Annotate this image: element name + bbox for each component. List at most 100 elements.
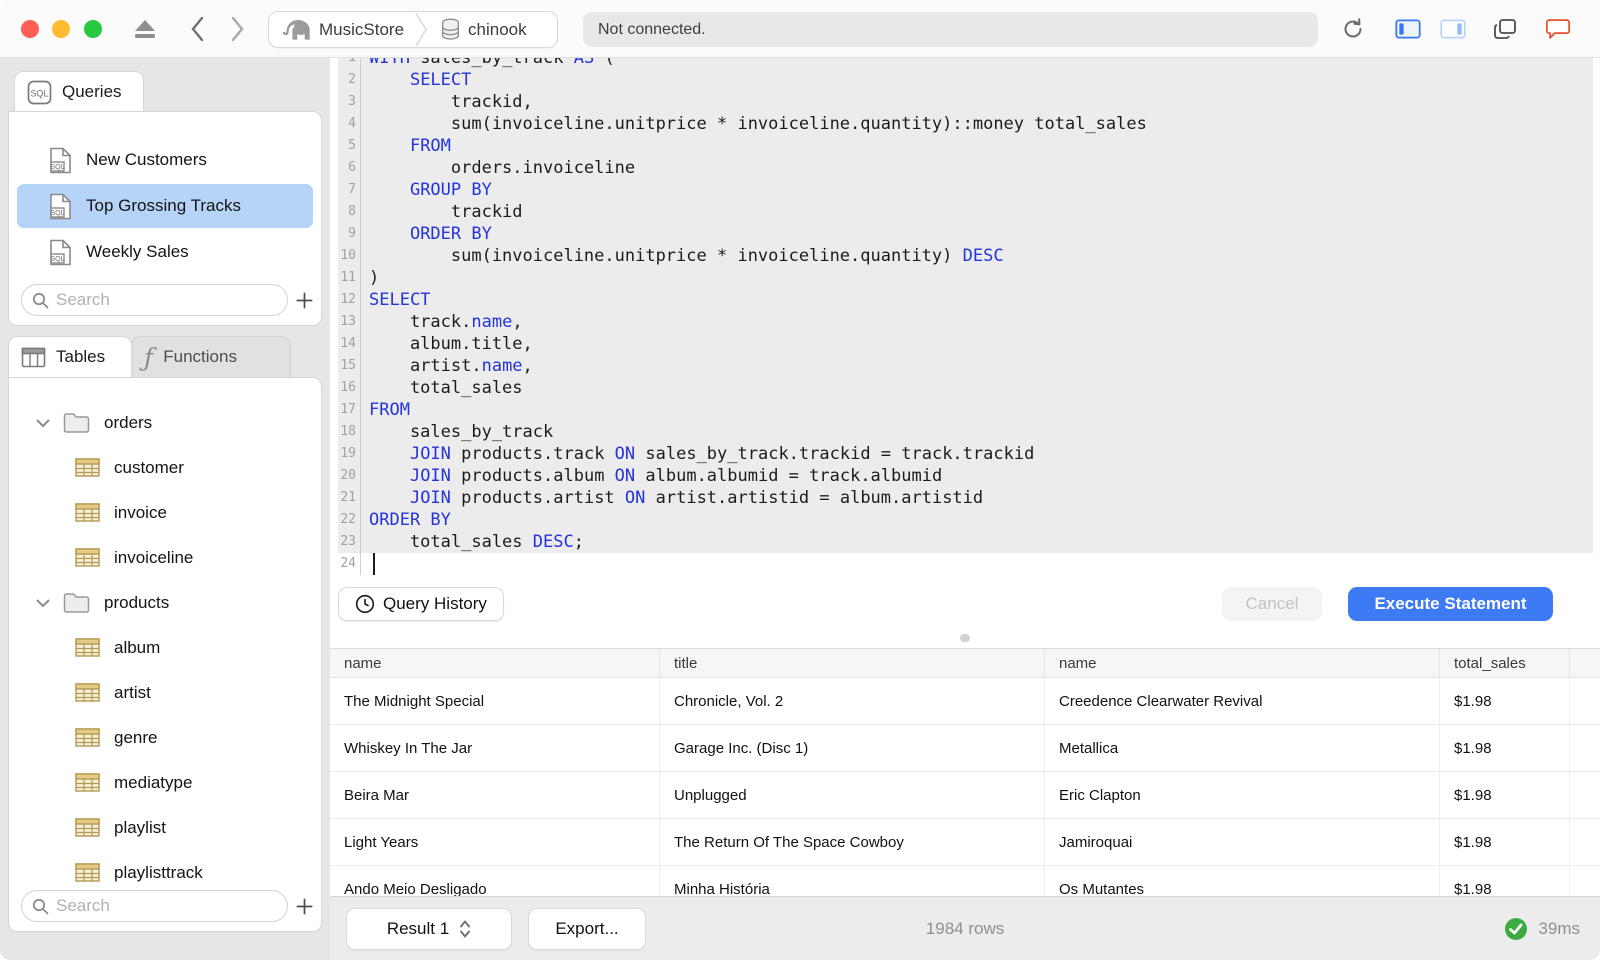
table-cell[interactable]: $1.98 (1440, 772, 1570, 818)
code-line[interactable]: 15 artist.name, (338, 355, 1593, 377)
tree-table-row[interactable]: genre (9, 715, 321, 760)
code-line[interactable]: 1 WITH sales_by_track AS ( (338, 58, 1593, 69)
tree-folder-row[interactable]: products (9, 580, 321, 625)
table-cell[interactable]: Metallica (1045, 725, 1440, 771)
add-table-button[interactable] (296, 897, 313, 916)
column-header-label: title (674, 654, 698, 672)
code-line[interactable]: 2 SELECT (338, 69, 1593, 91)
feedback-button[interactable] (1545, 16, 1571, 42)
table-cell[interactable]: Ando Meio Desligado (330, 866, 660, 896)
tree-table-label: playlisttrack (114, 862, 203, 882)
code-line[interactable]: 3 trackid, (338, 91, 1593, 113)
code-line[interactable]: 20 JOIN products.album ON album.albumid … (338, 465, 1593, 487)
table-row[interactable]: Ando Meio Desligado Minha História Os Muta… (330, 866, 1600, 896)
execute-statement-button[interactable]: Execute Statement (1348, 587, 1553, 621)
code-line[interactable]: 24 (338, 553, 1593, 575)
add-query-button[interactable] (296, 291, 313, 310)
table-cell[interactable]: Whiskey In The Jar (330, 725, 660, 771)
queries-search-input[interactable] (56, 290, 277, 310)
table-cell[interactable]: Beira Mar (330, 772, 660, 818)
tree-table-row[interactable]: album (9, 625, 321, 670)
tree-table-row[interactable]: customer (9, 445, 321, 490)
tree-table-row[interactable]: mediatype (9, 760, 321, 805)
column-header[interactable]: title (660, 649, 1045, 677)
tables-search-input[interactable] (56, 896, 277, 916)
table-cell[interactable]: Minha História (660, 866, 1045, 896)
code-line[interactable]: 9 ORDER BY (338, 223, 1593, 245)
zoom-button[interactable] (84, 20, 102, 38)
table-cell[interactable]: The Return Of The Space Cowboy (660, 819, 1045, 865)
code-line[interactable]: 11) (338, 267, 1593, 289)
table-cell[interactable]: Creedence Clearwater Revival (1045, 678, 1440, 724)
tree-table-row[interactable]: artist (9, 670, 321, 715)
drag-handle-icon[interactable] (960, 634, 970, 642)
result-selector[interactable]: Result 1 (346, 907, 512, 950)
export-button[interactable]: Export... (528, 907, 646, 950)
table-row[interactable]: Whiskey In The Jar Garage Inc. (Disc 1) Me… (330, 725, 1600, 772)
results-divider[interactable] (330, 628, 1600, 648)
code-line[interactable]: 4 sum(invoiceline.unitprice * invoicelin… (338, 113, 1593, 135)
code-line[interactable]: 18 sales_by_track (338, 421, 1593, 443)
code-line[interactable]: 21 JOIN products.artist ON artist.artist… (338, 487, 1593, 509)
refresh-icon (1344, 18, 1362, 38)
code-line[interactable]: 12 SELECT (338, 289, 1593, 311)
windows-button[interactable] (1492, 16, 1518, 42)
tree-table-row[interactable]: invoiceline (9, 535, 321, 580)
table-cell[interactable]: Eric Clapton (1045, 772, 1440, 818)
table-cell[interactable]: Chronicle, Vol. 2 (660, 678, 1045, 724)
code-line[interactable]: 19 JOIN products.track ON sales_by_track… (338, 443, 1593, 465)
queries-search-field[interactable] (21, 284, 288, 316)
table-cell[interactable]: Jamiroquai (1045, 819, 1440, 865)
table-row[interactable]: Beira Mar Unplugged Eric Clapton $1.98 (330, 772, 1600, 819)
close-button[interactable] (21, 20, 39, 38)
table-cell[interactable]: $1.98 (1440, 866, 1570, 896)
code-line[interactable]: 5 FROM (338, 135, 1593, 157)
query-history-button[interactable]: Query History (338, 587, 504, 621)
tab-functions[interactable]: ƒ Functions (131, 336, 291, 377)
tab-tables[interactable]: Tables (8, 336, 132, 377)
code-line[interactable]: 10 sum(invoiceline.unitprice * invoiceli… (338, 245, 1593, 267)
reload-button[interactable] (1340, 16, 1366, 42)
tree-folder-row[interactable]: orders (9, 400, 321, 445)
column-header[interactable]: name (1045, 649, 1440, 677)
disconnect-button[interactable] (132, 16, 158, 42)
table-cell[interactable]: $1.98 (1440, 725, 1570, 771)
code-line[interactable]: 17 FROM (338, 399, 1593, 421)
code-line[interactable]: 13 track.name, (338, 311, 1593, 333)
code-line[interactable]: 8 trackid (338, 201, 1593, 223)
table-cell[interactable]: Unplugged (660, 772, 1045, 818)
query-item[interactable]: SQL Top Grossing Tracks (17, 184, 313, 228)
table-cell[interactable]: $1.98 (1440, 819, 1570, 865)
sql-editor[interactable]: 1WITH sales_by_track AS (2 SELECT3 track… (330, 58, 1600, 580)
table-cell[interactable]: Os Mutantes (1045, 866, 1440, 896)
code-line[interactable]: 6 orders.invoiceline (338, 157, 1593, 179)
minimize-button[interactable] (52, 20, 70, 38)
toggle-left-sidebar-button[interactable] (1395, 16, 1421, 42)
table-row[interactable]: Light Years The Return Of The Space Cowbo… (330, 819, 1600, 866)
tree-table-row[interactable]: playlist (9, 805, 321, 850)
code-line[interactable]: 16 total_sales (338, 377, 1593, 399)
code-line[interactable]: 22 ORDER BY (338, 509, 1593, 531)
tree-table-row[interactable]: invoice (9, 490, 321, 535)
column-header[interactable]: name (330, 649, 660, 677)
forward-button[interactable] (224, 16, 250, 42)
tab-queries[interactable]: SQL Queries (14, 71, 144, 112)
tables-search-field[interactable] (21, 890, 288, 922)
query-item[interactable]: SQL Weekly Sales (17, 230, 313, 274)
cancel-button[interactable]: Cancel (1222, 587, 1322, 621)
table-cell[interactable]: $1.98 (1440, 678, 1570, 724)
table-cell[interactable]: Light Years (330, 819, 660, 865)
database-crumb[interactable]: chinook (428, 17, 537, 42)
query-item[interactable]: SQL New Customers (17, 138, 313, 182)
column-header[interactable]: total_sales (1440, 649, 1570, 677)
code-text: WITH sales_by_track AS ( (369, 58, 615, 68)
back-button[interactable] (184, 16, 210, 42)
code-line[interactable]: 14 album.title, (338, 333, 1593, 355)
table-cell[interactable]: The Midnight Special (330, 678, 660, 724)
table-cell[interactable]: Garage Inc. (Disc 1) (660, 725, 1045, 771)
connection-crumb[interactable]: MusicStore (269, 17, 414, 43)
code-line[interactable]: 23 total_sales DESC; (338, 531, 1593, 553)
toggle-right-sidebar-button[interactable] (1440, 16, 1466, 42)
code-line[interactable]: 7 GROUP BY (338, 179, 1593, 201)
table-row[interactable]: The Midnight Special Chronicle, Vol. 2 Cre… (330, 678, 1600, 725)
